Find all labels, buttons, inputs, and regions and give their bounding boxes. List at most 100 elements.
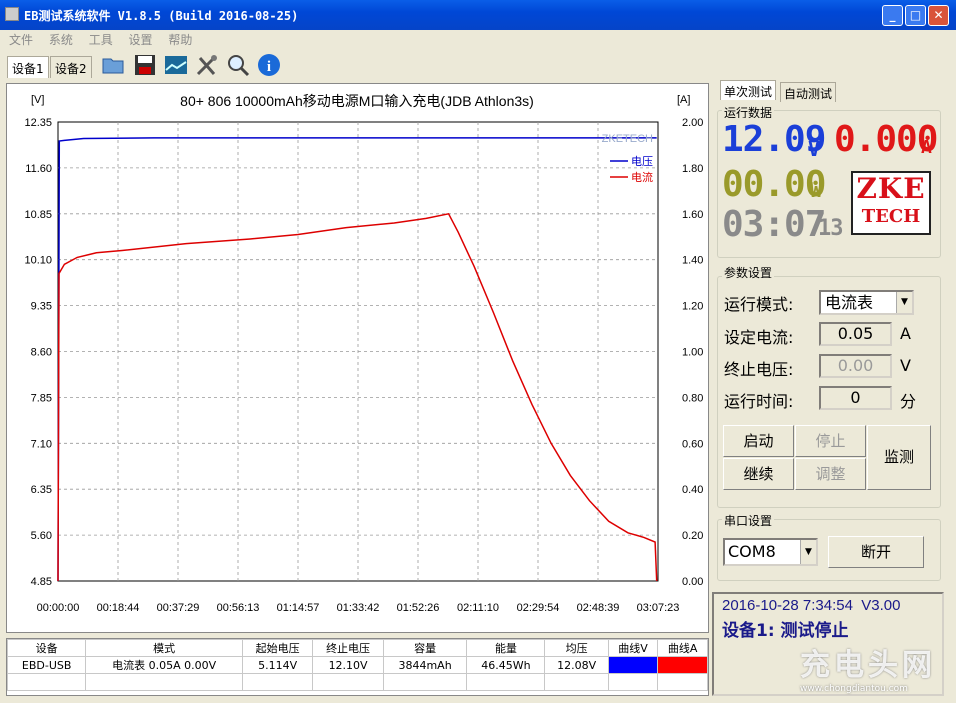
y-left-tick-label: 7.85 bbox=[31, 392, 52, 404]
mode-select-value: 电流表 bbox=[825, 293, 874, 312]
y-right-tick-label: 1.40 bbox=[682, 255, 703, 267]
y-left-label: [V] bbox=[31, 94, 44, 106]
maximize-button[interactable]: □ bbox=[905, 5, 926, 26]
info-icon[interactable]: i bbox=[257, 53, 281, 77]
y-right-tick-label: 1.20 bbox=[682, 301, 703, 313]
mode-select[interactable]: 电流表 ▼ bbox=[819, 290, 914, 315]
continue-button[interactable]: 继续 bbox=[723, 458, 794, 490]
menu-system[interactable]: 系统 bbox=[49, 30, 73, 50]
close-button[interactable]: ✕ bbox=[928, 5, 949, 26]
menu-file[interactable]: 文件 bbox=[9, 30, 33, 50]
lcd-power-unit: W bbox=[810, 178, 822, 202]
y-left-tick-label: 12.35 bbox=[24, 117, 52, 129]
table-row[interactable]: EBD-USB 电流表 0.05A 0.00V 5.114V 12.10V 3844mA… bbox=[6, 656, 708, 674]
y-right-tick-label: 1.60 bbox=[682, 209, 703, 221]
table-cell: 12.08V bbox=[544, 656, 609, 674]
chevron-down-icon[interactable]: ▼ bbox=[800, 540, 816, 564]
y-right-tick-label: 1.80 bbox=[682, 163, 703, 175]
y-left-tick-label: 5.60 bbox=[31, 530, 52, 542]
table-cell: EBD-USB bbox=[6, 656, 87, 674]
x-tick-label: 00:56:13 bbox=[217, 602, 260, 614]
watermark-url: www.chongdiantou.com bbox=[800, 684, 908, 694]
y-right-tick-label: 0.80 bbox=[682, 392, 703, 404]
x-tick-label: 02:48:39 bbox=[577, 602, 620, 614]
status-message: 设备1: 测试停止 bbox=[722, 621, 849, 641]
y-right-label: [A] bbox=[677, 94, 690, 106]
summary-table: 设备 模式 起始电压 终止电压 容量 能量 均压 曲线V 曲线A EBD-USB 电流表 0.05… bbox=[6, 638, 709, 696]
set-current-input[interactable]: 0.05 bbox=[819, 322, 892, 346]
y-right-tick-label: 2.00 bbox=[682, 117, 703, 129]
table-header-cell: 容量 bbox=[382, 639, 468, 657]
status-timestamp: 2016-10-28 7:34:54 V3.00 bbox=[722, 597, 901, 614]
y-left-tick-label: 11.60 bbox=[25, 163, 52, 175]
x-tick-label: 00:00:00 bbox=[37, 602, 80, 614]
table-cell: 12.10V bbox=[312, 656, 384, 674]
tools-icon[interactable] bbox=[195, 53, 219, 77]
com-port-select[interactable]: COM8 ▼ bbox=[723, 538, 818, 566]
menu-settings[interactable]: 设置 bbox=[129, 30, 153, 50]
svg-text:i: i bbox=[267, 59, 271, 75]
table-header-row: 设备 模式 起始电压 终止电压 容量 能量 均压 曲线V 曲线A bbox=[6, 639, 708, 657]
search-icon[interactable] bbox=[226, 53, 250, 77]
y-left-tick-label: 4.85 bbox=[31, 576, 52, 588]
monitor-button[interactable]: 监测 bbox=[867, 425, 931, 490]
disconnect-button[interactable]: 断开 bbox=[828, 536, 924, 568]
x-tick-label: 00:18:44 bbox=[97, 602, 140, 614]
y-left-tick-label: 8.60 bbox=[31, 347, 52, 359]
table-header-cell: 起始电压 bbox=[241, 639, 314, 657]
x-tick-label: 02:11:10 bbox=[457, 602, 499, 614]
menu-help[interactable]: 帮助 bbox=[168, 30, 192, 50]
y-left-tick-label: 10.85 bbox=[24, 209, 52, 221]
mode-label: 运行模式: bbox=[724, 295, 794, 314]
com-port-value: COM8 bbox=[728, 542, 776, 561]
chart-watermark: ZKETECH bbox=[602, 133, 653, 145]
y-left-tick-label: 6.35 bbox=[31, 484, 52, 496]
minimize-button[interactable]: _ bbox=[882, 5, 903, 26]
logo-line2: TECH bbox=[861, 206, 921, 227]
table-header-cell: 设备 bbox=[6, 639, 87, 657]
y-right-tick-label: 0.20 bbox=[682, 530, 703, 542]
save-icon[interactable] bbox=[133, 53, 157, 77]
x-tick-label: 01:14:57 bbox=[277, 602, 320, 614]
site-watermark: 充电头网 www.chongdiantou.com bbox=[800, 640, 950, 698]
window-title: EB测试系统软件 V1.8.5 (Build 2016-08-25) bbox=[24, 9, 299, 23]
params-label: 参数设置 bbox=[722, 264, 775, 281]
adjust-button[interactable]: 调整 bbox=[795, 458, 866, 490]
y-right-tick-label: 0.40 bbox=[682, 484, 703, 496]
table-cell: 电流表 0.05A 0.00V bbox=[85, 656, 243, 674]
open-folder-icon[interactable] bbox=[101, 53, 125, 77]
y-right-tick-label: 1.00 bbox=[682, 347, 703, 359]
legend-label: 电流 bbox=[631, 170, 653, 184]
title-bar: EB测试系统软件 V1.8.5 (Build 2016-08-25) _ □ ✕ bbox=[0, 0, 956, 30]
table-header-cell: 曲线A bbox=[657, 639, 708, 657]
y-left-tick-label: 9.35 bbox=[31, 301, 52, 313]
set-current-label: 设定电流: bbox=[724, 328, 794, 347]
chart-title: 80+ 806 10000mAh移动电源M口输入充电(JDB Athlon3s) bbox=[180, 93, 534, 109]
tab-device2[interactable]: 设备2 bbox=[50, 56, 92, 78]
x-tick-label: 02:29:54 bbox=[517, 602, 560, 614]
start-button[interactable]: 启动 bbox=[723, 425, 794, 457]
x-tick-label: 03:07:23 bbox=[637, 602, 680, 614]
set-current-unit: A bbox=[900, 324, 911, 343]
logo-line1: ZKE bbox=[856, 172, 926, 205]
tab-single-test[interactable]: 单次测试 bbox=[720, 80, 777, 100]
chart-panel: 80+ 806 10000mAh移动电源M口输入充电(JDB Athlon3s)… bbox=[6, 83, 709, 633]
tab-auto-test[interactable]: 自动测试 bbox=[780, 82, 837, 102]
lcd-time-seconds: 13 bbox=[818, 216, 843, 241]
end-voltage-input[interactable]: 0.00 bbox=[819, 354, 892, 378]
run-time-input[interactable]: 0 bbox=[819, 386, 892, 410]
menu-tools[interactable]: 工具 bbox=[89, 30, 113, 50]
menu-bar: 文件 系统 工具 设置 帮助 bbox=[0, 30, 956, 50]
legend-label: 电压 bbox=[631, 155, 653, 168]
chart-image-icon[interactable] bbox=[164, 53, 188, 77]
chevron-down-icon[interactable]: ▼ bbox=[896, 292, 912, 313]
table-cell bbox=[607, 656, 659, 674]
table-header-cell: 能量 bbox=[466, 639, 546, 657]
table-header-cell: 曲线V bbox=[607, 639, 659, 657]
tab-device1[interactable]: 设备1 bbox=[7, 56, 49, 78]
table-header-cell: 均压 bbox=[544, 639, 609, 657]
stop-button[interactable]: 停止 bbox=[795, 425, 866, 457]
serial-label: 串口设置 bbox=[722, 512, 775, 529]
y-left-tick-label: 10.10 bbox=[24, 255, 52, 267]
app-icon bbox=[5, 7, 19, 21]
